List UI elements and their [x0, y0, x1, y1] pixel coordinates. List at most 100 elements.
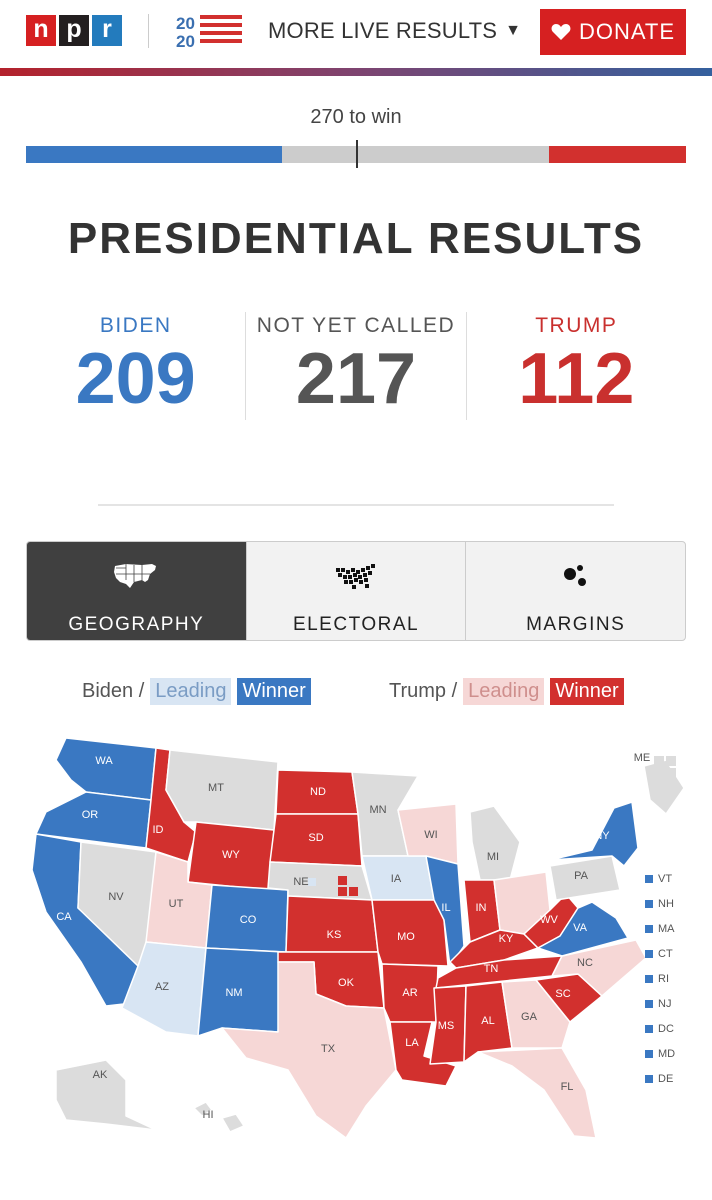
legend-trump-leading: Leading	[463, 678, 545, 705]
site-header: n p r 20 20 MORE LIVE RESULTS ▼ DONATE	[0, 0, 712, 68]
state-label-ut: UT	[169, 898, 184, 910]
ne-district-square	[338, 887, 347, 896]
biden-ev-fill	[26, 146, 283, 163]
state-label-mn: MN	[369, 804, 386, 816]
state-label-tx: TX	[321, 1043, 336, 1055]
small-state-label: CT	[658, 947, 673, 960]
npr-logo-p: p	[59, 15, 89, 46]
state-label-nd: ND	[310, 786, 326, 798]
small-state-swatch	[645, 999, 653, 1008]
section-divider	[98, 504, 614, 506]
state-label-ar: AR	[402, 987, 417, 999]
svg-text:20: 20	[176, 14, 195, 33]
state-hi[interactable]	[193, 1101, 245, 1133]
ne-district-square	[338, 876, 347, 885]
biden-count: BIDEN 209	[26, 312, 245, 420]
state-label-wy: WY	[222, 849, 240, 861]
legend-trump-prefix: Trump /	[389, 680, 458, 702]
small-state-label: NJ	[658, 997, 672, 1010]
small-state-label: DC	[658, 1022, 674, 1035]
state-label-il: IL	[441, 902, 450, 914]
me-district-square	[654, 756, 664, 766]
to-win-label: 270 to win	[310, 106, 402, 128]
small-state-dc[interactable]: DC	[645, 1016, 675, 1041]
state-label-in: IN	[476, 902, 487, 914]
state-label-mo: MO	[397, 931, 415, 943]
small-state-label: VT	[658, 872, 673, 885]
small-state-de[interactable]: DE	[645, 1066, 675, 1091]
legend-trump: Trump / Leading Winner	[389, 678, 624, 705]
me-district-square	[666, 768, 676, 778]
state-label-al: AL	[481, 1015, 494, 1027]
small-state-ma[interactable]: MA	[645, 916, 675, 941]
state-mi[interactable]	[469, 805, 521, 881]
state-label-az: AZ	[155, 981, 169, 993]
small-state-swatch	[645, 974, 653, 983]
state-label-nc: NC	[577, 957, 593, 969]
state-label-ak: AK	[93, 1069, 108, 1081]
ne-district-square	[308, 878, 316, 886]
small-state-swatch	[645, 899, 653, 908]
state-label-wv: WV	[540, 914, 558, 926]
state-label-ky: KY	[499, 933, 514, 945]
me-district-square	[654, 768, 664, 778]
header-divider	[148, 14, 149, 48]
view-tabs: GEOGRAPHY ELECTORAL MARGINS	[26, 541, 686, 641]
donate-button[interactable]: DONATE	[540, 9, 686, 55]
small-state-label: MA	[658, 922, 675, 935]
state-label-sc: SC	[555, 988, 570, 1000]
legend-biden: Biden / Leading Winner	[82, 678, 311, 705]
npr-logo-r: r	[92, 15, 122, 46]
tab-margins[interactable]: MARGINS	[465, 542, 685, 640]
ne-district-square	[318, 878, 326, 886]
small-state-nj[interactable]: NJ	[645, 991, 675, 1016]
legend-biden-leading: Leading	[150, 678, 232, 705]
state-label-pa: PA	[574, 870, 589, 882]
state-label-me: ME	[634, 752, 651, 764]
state-label-ca: CA	[56, 911, 72, 923]
us-map-icon	[114, 564, 157, 588]
small-state-md[interactable]: MD	[645, 1041, 675, 1066]
small-state-swatch	[645, 1024, 653, 1033]
tab-electoral[interactable]: ELECTORAL	[245, 542, 466, 640]
trump-ev-fill	[548, 146, 686, 163]
caret-down-icon: ▼	[505, 22, 522, 39]
state-label-ny: NY	[594, 830, 610, 842]
ev-counts: BIDEN 209 NOT YET CALLED 217 TRUMP 112	[26, 312, 686, 420]
small-state-ri[interactable]: RI	[645, 966, 675, 991]
not-called-value: 217	[295, 339, 417, 419]
more-live-results-label: MORE LIVE RESULTS	[268, 18, 498, 43]
more-live-results-dropdown[interactable]: MORE LIVE RESULTS ▼	[268, 18, 521, 44]
state-ks[interactable]	[285, 895, 379, 953]
trump-label: TRUMP	[535, 314, 618, 337]
election-2020-logo[interactable]: 20 20	[176, 14, 242, 48]
electoral-vote-bar	[26, 140, 686, 168]
state-label-tn: TN	[484, 963, 499, 975]
state-label-nm: NM	[225, 987, 242, 999]
trump-count: TRUMP 112	[465, 312, 686, 420]
state-wa[interactable]	[55, 737, 157, 801]
bubbles-icon	[563, 565, 586, 586]
tab-geography[interactable]: GEOGRAPHY	[27, 542, 246, 640]
state-label-ms: MS	[438, 1020, 455, 1032]
cartogram-icon	[336, 564, 375, 589]
state-label-ga: GA	[521, 1011, 538, 1023]
small-state-nh[interactable]: NH	[645, 891, 675, 916]
not-called-label: NOT YET CALLED	[256, 314, 456, 337]
state-label-co: CO	[240, 914, 257, 926]
small-state-vt[interactable]: VT	[645, 866, 675, 891]
small-state-swatch	[645, 949, 653, 958]
map-legend: Biden / Leading Winner Trump / Leading W…	[0, 678, 712, 710]
small-state-label: RI	[658, 972, 669, 985]
npr-logo[interactable]: n p r	[26, 15, 122, 46]
state-fl[interactable]	[477, 1047, 597, 1139]
state-label-hi: HI	[203, 1109, 214, 1121]
small-state-ct[interactable]: CT	[645, 941, 675, 966]
small-states-list: VT NH MA CT RI NJ DC MD DE	[645, 866, 675, 1091]
me-district-square	[666, 756, 676, 766]
state-label-mt: MT	[208, 782, 224, 794]
tab-electoral-label: ELECTORAL	[292, 614, 420, 635]
state-label-ia: IA	[391, 873, 402, 885]
small-state-swatch	[645, 924, 653, 933]
npr-logo-n: n	[26, 15, 56, 46]
